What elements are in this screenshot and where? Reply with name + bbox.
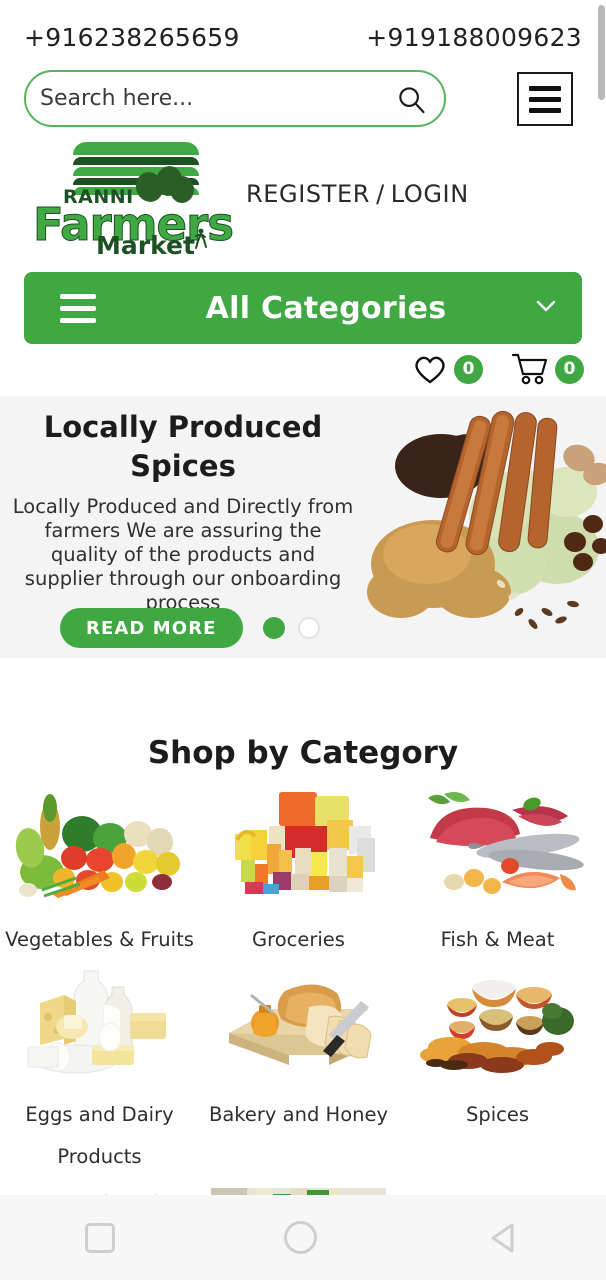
category-label: Bakery and Honey [208,1103,389,1126]
category-label: Groceries [252,928,345,951]
auth-links: REGISTER / LOGIN [246,180,469,208]
search-icon[interactable] [396,84,426,114]
contact-bar: +916238265659 +919188009623 [0,0,598,62]
hamburger-icon-bar [529,107,561,113]
square-recents-icon[interactable] [84,1222,115,1253]
login-link[interactable]: LOGIN [391,180,469,208]
groceries-image [211,786,386,904]
header-counters: 0 0 [412,352,584,386]
category-row: Vegetables & Fruits Groceries Fish & Mea… [0,786,598,961]
cart-icon[interactable] [511,352,549,386]
phone-number-primary[interactable]: +916238265659 [24,23,240,52]
carousel-dots [262,617,320,639]
site-logo[interactable]: RANNI Farmers Market [18,140,235,260]
hamburger-icon-bar [529,96,561,102]
system-navigation-bar [0,1195,606,1280]
category-item-groceries[interactable]: Groceries [199,786,398,961]
cart-count-badge: 0 [555,354,584,384]
hero-cta-row: READ MORE [60,608,320,648]
category-label: Eggs and Dairy Products [25,1103,174,1168]
category-item-eggs-dairy[interactable]: Eggs and Dairy Products [0,961,199,1178]
register-link[interactable]: REGISTER [246,180,370,208]
category-label: Spices [465,1103,530,1126]
hero-spices-image [361,396,606,658]
heart-icon[interactable] [412,353,448,385]
hero-description: Locally Produced and Directly from farme… [12,495,354,614]
cart-unit[interactable]: 0 [511,352,584,386]
search-box[interactable] [24,70,446,127]
hero-banner: Locally Produced Spices Locally Produced… [0,396,606,658]
categories-hamburger-icon[interactable] [60,293,96,323]
wishlist-count-badge: 0 [454,354,483,384]
auth-separator: / [376,180,385,208]
category-item-vegetables-fruits[interactable]: Vegetables & Fruits [0,786,199,961]
wishlist-unit[interactable]: 0 [412,353,483,385]
logo-farmer-figure-icon [195,228,207,249]
hero-text-block: Locally Produced Spices Locally Produced… [10,408,356,615]
header-menu-button[interactable] [517,72,573,126]
triangle-back-icon[interactable] [486,1220,522,1256]
carousel-dot-inactive[interactable] [297,617,320,639]
hamburger-icon-bar [529,85,561,91]
page-title: Shop by Category [147,735,459,771]
all-categories-bar[interactable]: All Categories [24,272,582,344]
category-grid: Vegetables & Fruits Groceries Fish & Mea… [0,786,598,1248]
category-item-bakery-honey[interactable]: Bakery and Honey [199,961,398,1178]
search-input[interactable] [40,86,396,111]
category-row: Eggs and Dairy Products Bakery and Honey… [0,961,598,1178]
brand-row: RANNI Farmers Market REGISTER / LOGIN [0,140,598,260]
mobile-screen: +916238265659 +919188009623 RANNI [0,0,606,1280]
all-categories-label: All Categories [205,290,447,326]
logo-text-market: Market [96,231,195,260]
phone-number-secondary[interactable]: +919188009623 [366,23,582,52]
scrollbar-thumb[interactable] [598,5,605,100]
vegetables-fruits-image [12,786,187,904]
spices-image [410,961,585,1079]
category-item-fish-meat[interactable]: Fish & Meat [398,786,597,961]
bakery-honey-image [211,961,386,1079]
category-item-spices[interactable]: Spices [398,961,597,1178]
category-label: Vegetables & Fruits [5,928,194,951]
hero-title-line2: Spices [130,449,236,483]
carousel-dot-active[interactable] [262,617,285,639]
hero-title-line1: Locally Produced [43,410,323,444]
fish-meat-image [410,786,585,904]
circle-home-icon[interactable] [283,1221,317,1254]
chevron-down-icon[interactable] [536,300,556,312]
read-more-button[interactable]: READ MORE [60,608,243,648]
search-row [0,70,598,132]
category-label: Fish & Meat [440,928,555,951]
eggs-dairy-image [12,961,187,1079]
